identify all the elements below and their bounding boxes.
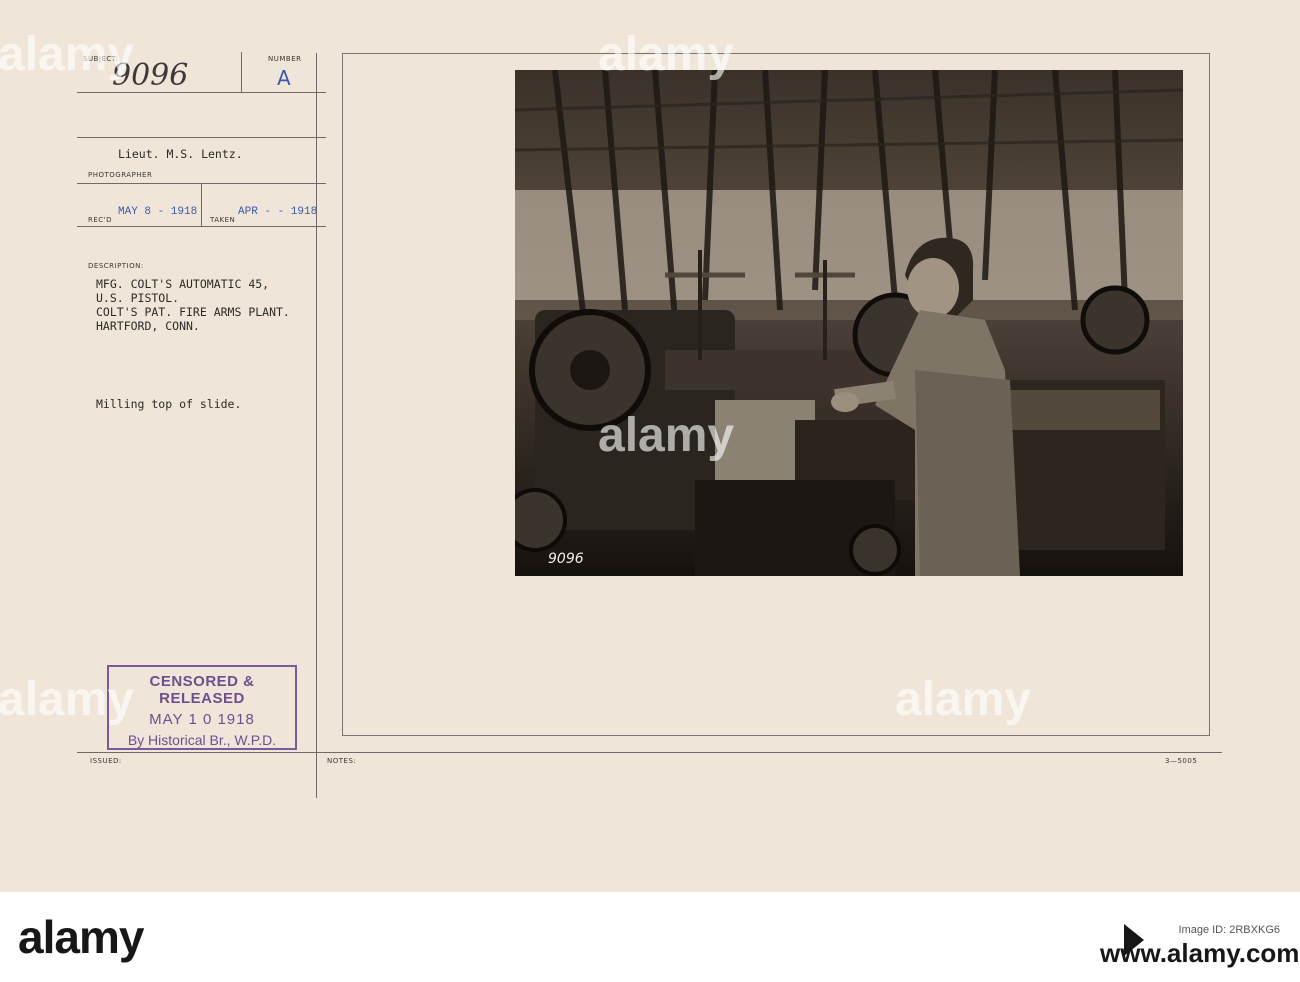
watermark: alamy bbox=[598, 28, 735, 81]
issued-label: ISSUED: bbox=[90, 757, 122, 765]
image-id-label: Image ID: 2RBXKG6 bbox=[1178, 924, 1281, 936]
description-line: MFG. COLT'S AUTOMATIC 45, bbox=[96, 277, 270, 291]
milling-machine-photo bbox=[515, 70, 1183, 576]
caption: Milling top of slide. bbox=[96, 397, 242, 411]
stamp-line: CENSORED & RELEASED bbox=[149, 673, 255, 707]
photographer-name: Lieut. M.S. Lentz. bbox=[118, 147, 243, 161]
factory-photo bbox=[515, 70, 1183, 576]
recd-label: REC'D bbox=[88, 216, 112, 224]
description-label: DESCRIPTION: bbox=[88, 262, 144, 270]
description-line: HARTFORD, CONN. bbox=[96, 319, 200, 333]
stamp-line: By Historical Br., W.P.D. bbox=[127, 732, 277, 748]
watermark: alamy bbox=[0, 28, 135, 81]
negative-number: 9096 bbox=[548, 551, 584, 567]
form-rule bbox=[241, 52, 242, 92]
form-rule bbox=[77, 137, 326, 138]
form-rule bbox=[77, 752, 1222, 753]
photographer-label: PHOTOGRAPHER bbox=[88, 171, 153, 179]
form-rule bbox=[77, 226, 326, 227]
notes-label: NOTES: bbox=[327, 757, 357, 765]
description-line: COLT'S PAT. FIRE ARMS PLANT. bbox=[96, 305, 290, 319]
number-label: NUMBER bbox=[268, 55, 302, 63]
alamy-logo: alamy bbox=[18, 911, 144, 963]
watermark: alamy bbox=[895, 673, 1032, 726]
watermark: alamy bbox=[0, 673, 135, 726]
censored-stamp: CENSORED & RELEASED MAY 1 0 1918 By Hist… bbox=[107, 665, 297, 750]
recd-date: MAY 8 - 1918 bbox=[118, 206, 198, 218]
form-rule bbox=[316, 53, 317, 798]
form-rule bbox=[201, 184, 202, 226]
number-value: A bbox=[277, 66, 291, 90]
taken-date: APR - - 1918 bbox=[238, 206, 318, 218]
watermark: alamy bbox=[598, 409, 735, 462]
description-line: U.S. PISTOL. bbox=[96, 291, 180, 305]
image-url[interactable]: www.alamy.com bbox=[1100, 938, 1299, 969]
taken-label: TAKEN bbox=[210, 216, 236, 224]
archive-card: SUBJECT: 9096 NUMBER A Lieut. M.S. Lentz… bbox=[0, 0, 1300, 892]
form-code: 3—5005 bbox=[1165, 757, 1198, 765]
stamp-line: MAY 1 0 1918 bbox=[149, 711, 255, 728]
